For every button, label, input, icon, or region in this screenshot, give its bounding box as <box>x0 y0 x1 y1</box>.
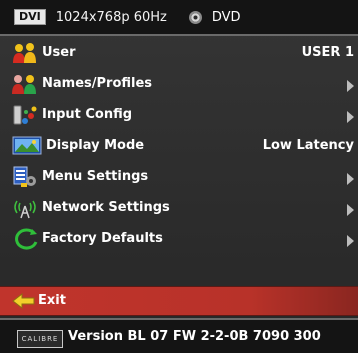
menu-item-value: USER 1 <box>301 45 354 60</box>
display-icon <box>12 135 42 157</box>
menu-item-label: Factory Defaults <box>42 231 163 246</box>
chevron-right-icon <box>347 235 354 247</box>
profiles-icon <box>12 73 38 95</box>
menu-item-network-settings[interactable]: Network Settings <box>0 193 358 224</box>
input-badge: DVI <box>14 9 46 25</box>
osd-menu-panel: DVI 1024x768p 60Hz DVD User USER 1 Names… <box>0 0 358 353</box>
version-text: Version BL 07 FW 2-2-0B 7090 300 <box>68 329 321 344</box>
menu-item-label: Display Mode <box>46 138 145 153</box>
menu-item-label: Network Settings <box>42 200 170 215</box>
disc-icon <box>188 10 202 24</box>
menu-item-display-mode[interactable]: Display Mode Low Latency <box>0 131 358 162</box>
main-menu: User USER 1 Names/Profiles Input Config … <box>0 38 358 255</box>
exit-label: Exit <box>38 293 66 308</box>
user-icon <box>12 42 38 64</box>
menu-settings-icon <box>12 166 38 188</box>
input-config-icon <box>12 104 38 126</box>
status-bar: DVI 1024x768p 60Hz DVD <box>0 0 358 36</box>
back-arrow-icon <box>12 292 36 310</box>
menu-item-label: User <box>42 45 76 60</box>
menu-item-label: Menu Settings <box>42 169 149 184</box>
source-text: DVD <box>211 9 241 25</box>
menu-item-factory-defaults[interactable]: Factory Defaults <box>0 224 358 255</box>
chevron-right-icon <box>347 173 354 185</box>
factory-defaults-icon <box>12 228 38 250</box>
calibre-logo: CALIBRE <box>17 330 63 348</box>
footer-bar: CALIBRE Version BL 07 FW 2-2-0B 7090 300 <box>0 318 358 353</box>
menu-item-label: Names/Profiles <box>42 76 153 91</box>
chevron-right-icon <box>347 80 354 92</box>
menu-item-value: Low Latency <box>262 138 354 153</box>
resolution-text: 1024x768p 60Hz <box>55 9 167 25</box>
exit-button[interactable]: Exit <box>0 286 358 316</box>
menu-item-label: Input Config <box>42 107 133 122</box>
menu-item-menu-settings[interactable]: Menu Settings <box>0 162 358 193</box>
network-icon <box>12 197 38 219</box>
chevron-right-icon <box>347 204 354 216</box>
menu-item-input-config[interactable]: Input Config <box>0 100 358 131</box>
menu-item-names-profiles[interactable]: Names/Profiles <box>0 69 358 100</box>
chevron-right-icon <box>347 111 354 123</box>
menu-item-user[interactable]: User USER 1 <box>0 38 358 69</box>
